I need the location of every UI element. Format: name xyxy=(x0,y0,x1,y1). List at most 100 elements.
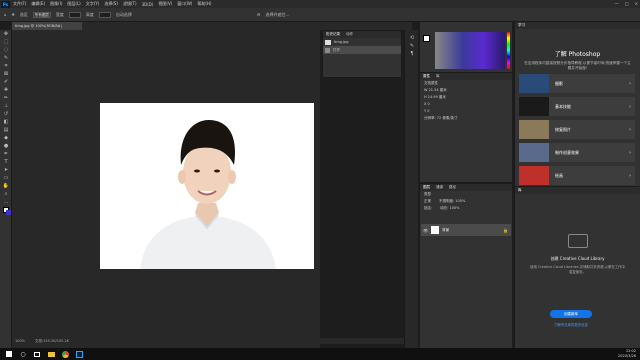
portrait-image xyxy=(100,103,314,269)
maximize-icon[interactable]: □ xyxy=(625,1,629,6)
prop-resolution: 分辨率: 72 像素/英寸 xyxy=(424,116,458,120)
history-brush-icon[interactable]: ↺ xyxy=(0,110,12,118)
chevron-right-icon: › xyxy=(629,126,631,133)
menu-view[interactable]: 视图(V) xyxy=(158,1,172,7)
minimize-icon[interactable]: — xyxy=(615,1,619,6)
color-picker-field[interactable] xyxy=(435,32,505,69)
chrome-icon[interactable] xyxy=(60,350,70,359)
history-state-open[interactable]: 打开 xyxy=(323,46,401,54)
create-library-button[interactable]: 创建新库 xyxy=(550,310,592,318)
zoom-level[interactable]: 100% xyxy=(15,339,25,343)
eyedropper-tool-icon[interactable]: ✐ xyxy=(0,78,12,86)
hue-slider[interactable] xyxy=(507,32,510,69)
learn-card-painting[interactable]: 绘画 › xyxy=(519,166,635,185)
tab-channels[interactable]: 通道 xyxy=(436,185,443,190)
learn-card-basics[interactable]: 基本技能 › xyxy=(519,97,635,116)
history-snapshot[interactable]: timg.jpg xyxy=(323,38,401,46)
tab-history[interactable]: 历史记录 xyxy=(326,32,340,37)
task-view-icon[interactable] xyxy=(32,350,42,359)
brush-settings-icon[interactable]: ✎ xyxy=(405,42,419,50)
home-icon[interactable]: ⌂ xyxy=(4,12,7,17)
windows-icon[interactable] xyxy=(4,350,14,359)
prop-x[interactable]: X 0 xyxy=(420,101,512,108)
libraries-tabs: 库 xyxy=(515,187,640,194)
menu-edit[interactable]: 编辑(E) xyxy=(31,1,45,7)
prop-height[interactable]: H 14.99 厘米 xyxy=(420,94,512,101)
more-tools-icon[interactable]: … xyxy=(0,198,12,206)
rectangle-tool-icon[interactable]: ▭ xyxy=(0,174,12,182)
type-tool-icon[interactable]: T xyxy=(0,158,12,166)
tab-layers[interactable]: 图层 xyxy=(423,185,430,190)
menu-window[interactable]: 窗口(W) xyxy=(177,1,192,7)
document-tab[interactable]: timg.jpg @ 100%(RGB/8#) xyxy=(12,22,82,30)
dodge-tool-icon[interactable]: ● xyxy=(0,142,12,150)
quick-select-tool-icon[interactable]: ✎ xyxy=(0,54,12,62)
tab-properties[interactable]: 属性 xyxy=(423,74,430,79)
crop-tool-icon[interactable]: ⌗ xyxy=(0,62,12,70)
move-tool-icon[interactable]: ✥ xyxy=(0,30,12,38)
brush-tool-icon[interactable]: ✏ xyxy=(0,94,12,102)
menu-filter[interactable]: 滤镜(T) xyxy=(123,1,137,7)
search-icon[interactable]: ○ xyxy=(18,350,28,359)
close-icon[interactable]: × xyxy=(635,1,638,6)
pen-tool-icon[interactable]: ✒ xyxy=(0,150,12,158)
tab-paths[interactable]: 路径 xyxy=(449,185,456,190)
tab-learn[interactable]: 学习 xyxy=(518,23,525,28)
lasso-tool-icon[interactable]: ◌ xyxy=(0,46,12,54)
fill-field[interactable]: 填充: 100% xyxy=(440,205,459,212)
layer-row-background[interactable]: 👁 背景 🔒 xyxy=(421,224,511,236)
gradient-tool-icon[interactable]: ▤ xyxy=(0,126,12,134)
mode-select[interactable]: 所有图层 xyxy=(32,11,51,18)
layers-panel: 图层 通道 路径 类型 正常 不透明度: 100% 锁定: 填充: 100% xyxy=(420,183,512,348)
menu-image[interactable]: 图像(I) xyxy=(50,1,62,7)
menu-type[interactable]: 文字(Y) xyxy=(86,1,100,7)
move-tool-icon[interactable]: ✥ xyxy=(12,12,15,17)
blur-tool-icon[interactable]: ◆ xyxy=(0,134,12,142)
opacity-field[interactable]: 不透明度: 100% xyxy=(439,198,465,205)
foreground-swatch[interactable] xyxy=(423,35,430,42)
menu-select[interactable]: 选择(S) xyxy=(104,1,118,7)
healing-brush-icon[interactable]: ✚ xyxy=(0,86,12,94)
system-tray[interactable]: 12:02 2020/3/26 xyxy=(618,349,636,359)
eye-icon[interactable]: 👁 xyxy=(423,228,428,233)
history-panel-icon[interactable]: ⟲ xyxy=(405,34,419,42)
frame-tool-icon[interactable]: ⊠ xyxy=(0,70,12,78)
portrait-photo[interactable] xyxy=(100,103,314,269)
path-select-icon[interactable]: ➤ xyxy=(0,166,12,174)
document-size: 文档:155.2K/155.2K xyxy=(35,338,70,343)
prop-y[interactable]: Y 0 xyxy=(420,108,512,115)
learn-card-fix-photos[interactable]: 修复照片 › xyxy=(519,120,635,139)
select-and-mask-button[interactable]: 选择并遮住... xyxy=(266,12,290,18)
explorer-icon[interactable] xyxy=(46,350,56,359)
library-learn-more-link[interactable]: 了解有关库的更多信息 xyxy=(545,322,597,327)
chevron-right-icon: › xyxy=(629,172,631,179)
menu-3d[interactable]: 3D(D) xyxy=(142,2,154,7)
lock-label: 锁定: xyxy=(424,206,433,210)
layer-thumb-icon xyxy=(431,226,440,234)
zoom-tool-icon[interactable]: ⌕ xyxy=(0,190,12,198)
paragraph-icon[interactable]: ¶ xyxy=(405,50,419,58)
layer-filter[interactable]: 类型 xyxy=(420,191,512,198)
menu-help[interactable]: 帮助(H) xyxy=(197,1,211,7)
tab-libraries[interactable]: 库 xyxy=(518,188,522,193)
height-field[interactable] xyxy=(98,11,111,18)
learn-card-creative-effects[interactable]: 制作创意效果 › xyxy=(519,143,635,162)
layer-name[interactable]: 背景 xyxy=(442,228,449,233)
photoshop-icon[interactable] xyxy=(74,350,84,359)
eraser-tool-icon[interactable]: ◧ xyxy=(0,118,12,126)
learn-card-photography[interactable]: 摄影 › xyxy=(519,74,635,93)
prop-width[interactable]: W 21.34 厘米 xyxy=(420,87,512,94)
tab-libraries-small[interactable]: 库 xyxy=(436,74,440,79)
menu-file[interactable]: 文件(F) xyxy=(13,1,26,7)
color-swatches-icon[interactable] xyxy=(0,206,12,215)
hand-tool-icon[interactable]: ✋ xyxy=(0,182,12,190)
gear-icon[interactable]: ⚙ xyxy=(257,12,261,17)
tab-actions[interactable]: 动作 xyxy=(346,32,353,37)
blend-mode-select[interactable]: 正常 xyxy=(424,198,431,205)
menu-layer[interactable]: 图层(L) xyxy=(67,1,80,7)
auto-select-label[interactable]: 自动选择 xyxy=(116,12,132,18)
marquee-tool-icon[interactable]: ⬚ xyxy=(0,38,12,46)
width-field[interactable] xyxy=(68,11,81,18)
learn-description: 在应用程序内直接按照分步指导教程,以便节省时间,快速掌握一个主题并开始做! xyxy=(524,61,631,70)
clone-stamp-icon[interactable]: ⊥ xyxy=(0,102,12,110)
